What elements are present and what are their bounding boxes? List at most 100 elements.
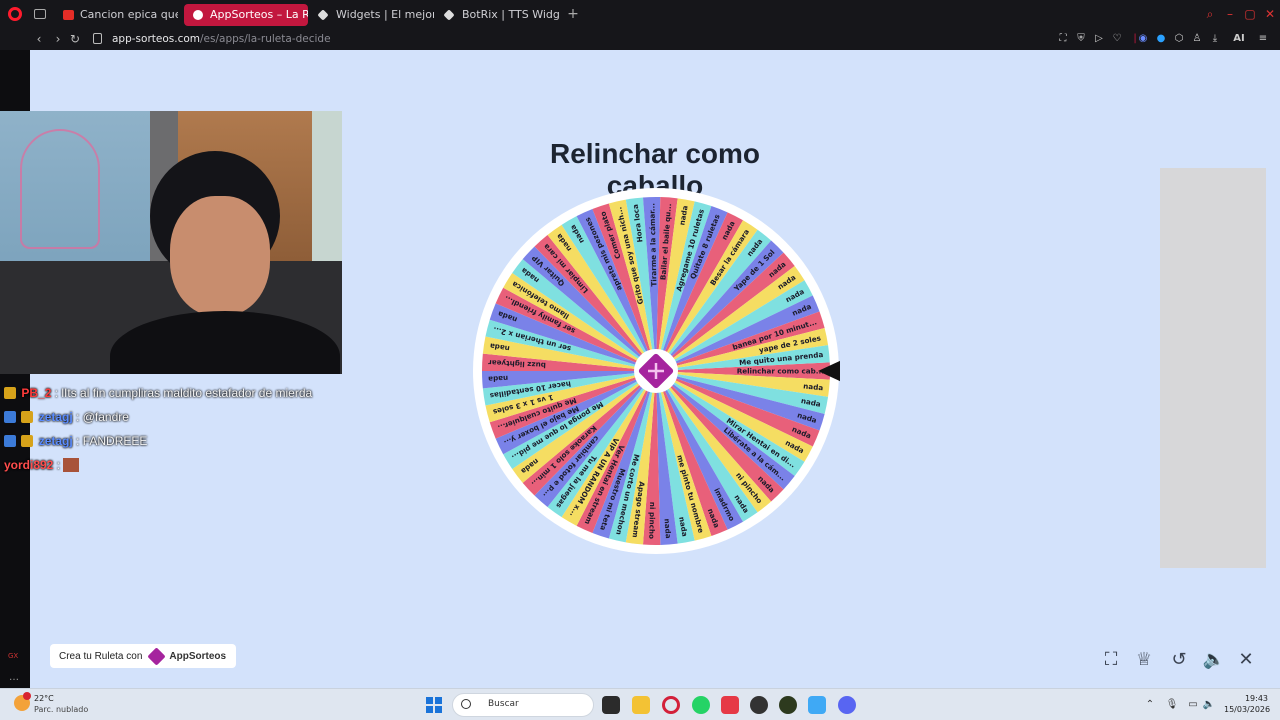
clock-time[interactable]: 19:43 bbox=[1228, 694, 1268, 703]
notification-badge-icon bbox=[23, 692, 31, 700]
youtube-icon bbox=[63, 10, 74, 20]
weather-temp: 22°C bbox=[34, 694, 54, 703]
stream-chat: PB_2 : lIts al fin cumpliras maldito est… bbox=[4, 384, 344, 480]
weather-desc: Parc. nublado bbox=[34, 705, 89, 714]
maximize-icon[interactable]: ▢ bbox=[1242, 6, 1258, 22]
tab-youtube[interactable]: Cancion epica que us bbox=[54, 4, 178, 26]
profile-icon[interactable]: ♙ bbox=[1190, 32, 1204, 46]
windows-start-icon[interactable] bbox=[426, 697, 442, 713]
heart-icon[interactable]: ♡ bbox=[1110, 32, 1124, 46]
reload-icon[interactable]: ↻ bbox=[67, 31, 83, 47]
browser-tab-bar: Cancion epica que us AppSorteos – La Rul… bbox=[0, 0, 1280, 28]
tab-label: AppSorteos – La Ruleta de bbox=[210, 8, 308, 21]
wheel-segment-label: nada bbox=[488, 374, 509, 384]
fullscreen-icon[interactable]: ⛶ bbox=[1098, 647, 1124, 673]
moderator-badge-icon bbox=[4, 435, 16, 447]
vpn-icon[interactable]: ◉ bbox=[1136, 32, 1150, 46]
wheel-segment-label: nada bbox=[662, 518, 672, 539]
prize-wheel[interactable]: Relinchar como cab...nadanadanadanadanad… bbox=[472, 187, 840, 555]
tab-label: Cancion epica que us bbox=[80, 8, 178, 21]
opera-logo-icon[interactable] bbox=[8, 7, 22, 21]
address-bar: ‹ › ↻ app-sorteos.com/es/apps/la-ruleta-… bbox=[0, 28, 1280, 50]
back-icon[interactable]: ‹ bbox=[31, 31, 47, 47]
extensions-icon[interactable]: ⬡ bbox=[1172, 32, 1186, 46]
tab-label: BotRix | TTS Widget bbox=[462, 8, 560, 21]
subscriber-badge-icon bbox=[4, 387, 16, 399]
app-olive-icon[interactable] bbox=[779, 696, 797, 714]
chat-message: yordi892 : bbox=[4, 456, 344, 480]
tab-appsorteos[interactable]: AppSorteos – La Ruleta de bbox=[184, 4, 308, 26]
chat-message: zetagj : FANDREEE bbox=[4, 432, 344, 456]
taskbar-search[interactable]: Buscar bbox=[452, 693, 594, 717]
clock-date[interactable]: 15/03/2026 bbox=[1224, 705, 1270, 714]
tab-widgets[interactable]: Widgets | El mejor softwa bbox=[310, 4, 434, 26]
search-tabs-icon[interactable]: ⌕ bbox=[1202, 6, 1218, 22]
chat-username: yordi892 bbox=[4, 458, 54, 472]
search-icon bbox=[461, 699, 471, 709]
tab-botrix[interactable]: BotRix | TTS Widget bbox=[436, 4, 560, 26]
close-window-icon[interactable]: ✕ bbox=[1262, 6, 1278, 22]
taskbar: 22°C Parc. nublado Buscar ⌃ 🎙 ▭ 🔈 19:43 … bbox=[0, 688, 1280, 720]
appsorteos-logo-icon bbox=[147, 646, 167, 666]
snapshot-icon[interactable]: ⛶ bbox=[1056, 32, 1070, 46]
chat-username: zetagj bbox=[38, 410, 73, 424]
speaker-icon[interactable]: 🔈 bbox=[1202, 698, 1216, 712]
subscriber-badge-icon bbox=[21, 411, 34, 423]
url-field[interactable]: app-sorteos.com/es/apps/la-ruleta-decide bbox=[112, 31, 331, 47]
appsorteos-tab-icon bbox=[193, 10, 203, 20]
reset-icon[interactable]: ↺ bbox=[1166, 647, 1192, 673]
forward-icon[interactable]: › bbox=[50, 31, 66, 47]
close-icon[interactable]: ✕ bbox=[1233, 647, 1259, 673]
url-path: /es/apps/la-ruleta-decide bbox=[200, 33, 331, 45]
wheel-segment-label: Relinchar como cab... bbox=[737, 367, 824, 376]
chat-message: zetagj : @fandre bbox=[4, 408, 344, 432]
file-explorer-icon[interactable] bbox=[632, 696, 650, 714]
wheel-segment-label: ni pincho bbox=[647, 502, 657, 539]
chat-emote-icon bbox=[63, 458, 80, 472]
volume-icon[interactable]: 🔈 bbox=[1201, 647, 1227, 673]
chat-text: : bbox=[56, 458, 61, 472]
chat-text: : lIts al fin cumpliras maldito estafado… bbox=[54, 386, 313, 400]
url-domain: app-sorteos.com bbox=[112, 33, 200, 45]
webcam-wall-drawing bbox=[20, 129, 100, 249]
promo-text: Crea tu Ruleta con bbox=[59, 650, 143, 662]
app-dark-icon[interactable] bbox=[750, 696, 768, 714]
tab-overview-icon[interactable] bbox=[34, 9, 46, 19]
promo-brand: AppSorteos bbox=[169, 650, 227, 662]
app-red-icon[interactable] bbox=[721, 696, 739, 714]
new-tab-button[interactable]: + bbox=[566, 7, 580, 21]
more-icon[interactable]: … bbox=[9, 672, 19, 683]
opera-taskbar-icon[interactable] bbox=[662, 696, 680, 714]
trophy-icon[interactable]: ♕ bbox=[1131, 647, 1157, 673]
ai-button[interactable]: AI bbox=[1228, 32, 1250, 46]
gx-icon[interactable]: GX bbox=[8, 652, 18, 660]
webcam-person-face bbox=[170, 196, 270, 316]
whatsapp-icon[interactable] bbox=[692, 696, 710, 714]
player-icon[interactable]: ▷ bbox=[1092, 32, 1106, 46]
shield-icon[interactable]: ⛨ bbox=[1074, 32, 1088, 46]
tray-chevron-icon[interactable]: ⌃ bbox=[1143, 698, 1157, 712]
chat-text: : @fandre bbox=[76, 410, 129, 424]
network-icon[interactable]: ▭ bbox=[1186, 698, 1200, 712]
download-icon[interactable]: ⤓ bbox=[1208, 32, 1222, 46]
search-placeholder: Buscar bbox=[488, 699, 519, 709]
lock-icon[interactable] bbox=[93, 33, 102, 44]
notepad-icon[interactable] bbox=[808, 696, 826, 714]
tab-label: Widgets | El mejor softwa bbox=[336, 8, 434, 21]
chat-username: zetagj bbox=[38, 434, 73, 448]
create-wheel-promo[interactable]: Crea tu Ruleta con AppSorteos bbox=[50, 644, 237, 668]
botrix-tab-icon bbox=[443, 9, 455, 21]
widget-tab-icon bbox=[317, 9, 329, 21]
chat-username: PB_2 bbox=[21, 386, 52, 400]
subscriber-badge-icon bbox=[21, 435, 34, 447]
discord-icon[interactable] bbox=[838, 696, 856, 714]
menu-icon[interactable]: ≡ bbox=[1256, 32, 1270, 46]
webcam-feed bbox=[0, 111, 342, 374]
chat-text: : FANDREEE bbox=[76, 434, 148, 448]
extension-blue-icon[interactable]: ● bbox=[1154, 32, 1168, 46]
ad-placeholder bbox=[1160, 168, 1266, 568]
moderator-badge-icon bbox=[4, 411, 16, 423]
minimize-icon[interactable]: – bbox=[1222, 6, 1238, 22]
task-view-icon[interactable] bbox=[602, 696, 620, 714]
microphone-icon[interactable]: 🎙 bbox=[1165, 698, 1179, 712]
